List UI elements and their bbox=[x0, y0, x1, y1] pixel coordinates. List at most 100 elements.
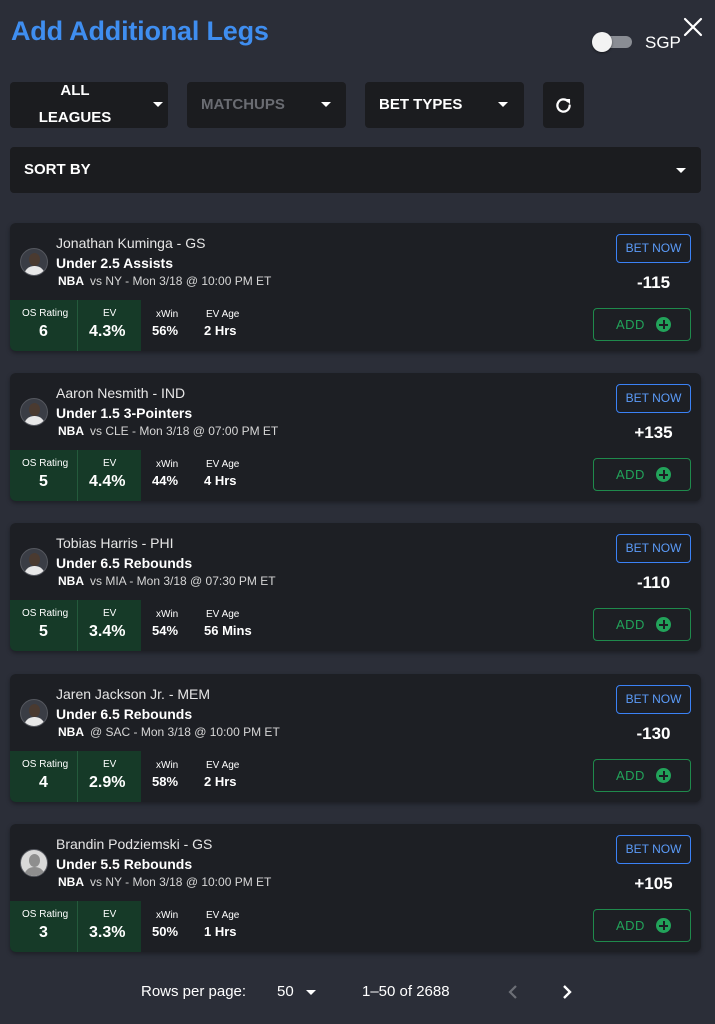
ev-age-value: 2 Hrs bbox=[204, 323, 237, 338]
chevron-right-icon bbox=[563, 985, 572, 999]
player-avatar bbox=[20, 699, 48, 727]
player-avatar bbox=[20, 398, 48, 426]
chevron-down-icon bbox=[676, 168, 686, 173]
player-name: Jaren Jackson Jr. - MEM bbox=[56, 686, 211, 702]
ev-value: 4.4% bbox=[89, 473, 126, 490]
ev-age-label: EV Age bbox=[206, 760, 240, 771]
next-page-button[interactable] bbox=[560, 982, 574, 1006]
xwin-label: xWin bbox=[156, 459, 179, 470]
add-leg-button[interactable]: ADD bbox=[593, 759, 691, 792]
player-name: Jonathan Kuminga - GS bbox=[56, 235, 206, 251]
xwin-value: 50% bbox=[152, 924, 179, 939]
rows-per-page-select[interactable]: 50 bbox=[277, 983, 294, 1000]
ev-label: EV bbox=[103, 909, 117, 920]
bet-card: Jonathan Kuminga - GS Under 2.5 Assists … bbox=[10, 223, 701, 351]
os-rating-value: 5 bbox=[39, 473, 48, 490]
page-title: Add Additional Legs bbox=[11, 16, 269, 46]
bet-now-button[interactable]: BET NOW bbox=[616, 835, 691, 864]
ev-value: 3.4% bbox=[89, 623, 126, 640]
bet-now-button[interactable]: BET NOW bbox=[616, 685, 691, 714]
avatar-head bbox=[29, 553, 40, 566]
odds-value: -130 bbox=[636, 724, 671, 743]
bet-market: Under 5.5 Rebounds bbox=[56, 856, 193, 872]
game-info: NBA vs NY - Mon 3/18 @ 10:00 PM ET bbox=[58, 274, 271, 288]
os-rating-value: 6 bbox=[39, 323, 48, 340]
add-label: ADD bbox=[616, 617, 645, 632]
matchup-time: vs MIA - Mon 3/18 @ 07:30 PM ET bbox=[90, 574, 276, 588]
bet-now-button[interactable]: BET NOW bbox=[616, 384, 691, 413]
xwin-value: 54% bbox=[152, 623, 179, 638]
league-badge: NBA bbox=[58, 574, 84, 588]
matchups-dropdown-label: MATCHUPS bbox=[201, 96, 285, 113]
xwin-label: xWin bbox=[156, 309, 179, 320]
odds-value: +105 bbox=[634, 874, 673, 893]
game-info: NBA vs NY - Mon 3/18 @ 10:00 PM ET bbox=[58, 875, 271, 889]
matchup-time: @ SAC - Mon 3/18 @ 10:00 PM ET bbox=[90, 725, 280, 739]
sort-by-dropdown[interactable]: SORT BY bbox=[10, 147, 701, 193]
avatar-head bbox=[29, 253, 40, 266]
xwin-label: xWin bbox=[156, 760, 179, 771]
pagination: Rows per page: 50 1–50 of 2688 bbox=[0, 975, 715, 1009]
odds-value: -115 bbox=[636, 273, 671, 292]
ev-age-label: EV Age bbox=[206, 910, 240, 921]
ev-label: EV bbox=[103, 308, 117, 319]
bet-market: Under 1.5 3-Pointers bbox=[56, 405, 193, 421]
matchups-dropdown[interactable]: MATCHUPS bbox=[187, 82, 346, 128]
add-leg-button[interactable]: ADD bbox=[593, 909, 691, 942]
player-name: Aaron Nesmith - IND bbox=[56, 385, 186, 401]
matchup-time: vs CLE - Mon 3/18 @ 07:00 PM ET bbox=[90, 424, 279, 438]
plus-circle-icon bbox=[656, 467, 671, 482]
bet-market: Under 2.5 Assists bbox=[56, 255, 173, 271]
os-rating-value: 3 bbox=[39, 924, 48, 941]
ev-age-label: EV Age bbox=[206, 309, 240, 320]
add-label: ADD bbox=[616, 918, 645, 933]
prev-page-button[interactable] bbox=[506, 982, 520, 1006]
player-avatar bbox=[20, 248, 48, 276]
chevron-down-icon[interactable] bbox=[306, 990, 316, 995]
rows-per-page-label: Rows per page: bbox=[141, 983, 247, 1000]
bet-types-dropdown[interactable]: BET TYPES bbox=[365, 82, 524, 128]
bet-market: Under 6.5 Rebounds bbox=[56, 555, 193, 571]
plus-circle-icon bbox=[656, 918, 671, 933]
refresh-button[interactable] bbox=[543, 82, 584, 128]
xwin-label: xWin bbox=[156, 609, 179, 620]
os-rating-value: 5 bbox=[39, 623, 48, 640]
plus-circle-icon bbox=[656, 617, 671, 632]
add-label: ADD bbox=[616, 768, 645, 783]
bet-now-button[interactable]: BET NOW bbox=[616, 534, 691, 563]
league-badge: NBA bbox=[58, 424, 84, 438]
os-rating-label: OS Rating bbox=[22, 458, 69, 469]
player-avatar bbox=[20, 849, 48, 877]
game-info: NBA vs CLE - Mon 3/18 @ 07:00 PM ET bbox=[58, 424, 278, 438]
add-leg-button[interactable]: ADD bbox=[593, 458, 691, 491]
avatar-head bbox=[29, 403, 40, 416]
stats-panel: OS Rating 5 EV 3.4% bbox=[10, 600, 141, 651]
os-rating-label: OS Rating bbox=[22, 308, 69, 319]
leagues-dropdown[interactable]: ALL LEAGUES bbox=[10, 82, 168, 128]
plus-circle-icon bbox=[656, 768, 671, 783]
ev-value: 3.3% bbox=[89, 924, 126, 941]
add-leg-button[interactable]: ADD bbox=[593, 608, 691, 641]
ev-age-label: EV Age bbox=[206, 459, 240, 470]
page-range: 1–50 of 2688 bbox=[362, 983, 450, 1000]
matchup-time: vs NY - Mon 3/18 @ 10:00 PM ET bbox=[90, 875, 272, 889]
xwin-value: 58% bbox=[152, 774, 179, 789]
ev-age-value: 4 Hrs bbox=[204, 473, 237, 488]
stats-panel: OS Rating 5 EV 4.4% bbox=[10, 450, 141, 501]
game-info: NBA @ SAC - Mon 3/18 @ 10:00 PM ET bbox=[58, 725, 280, 739]
stats-panel: OS Rating 6 EV 4.3% bbox=[10, 300, 141, 351]
chevron-down-icon bbox=[321, 102, 331, 107]
xwin-value: 56% bbox=[152, 323, 179, 338]
sgp-toggle[interactable] bbox=[592, 32, 632, 52]
bet-card: Jaren Jackson Jr. - MEM Under 6.5 Reboun… bbox=[10, 674, 701, 802]
bet-card: Aaron Nesmith - IND Under 1.5 3-Pointers… bbox=[10, 373, 701, 501]
odds-value: -110 bbox=[636, 573, 671, 592]
os-rating-label: OS Rating bbox=[22, 608, 69, 619]
ev-age-value: 2 Hrs bbox=[204, 774, 237, 789]
bet-now-button[interactable]: BET NOW bbox=[616, 234, 691, 263]
add-leg-button[interactable]: ADD bbox=[593, 308, 691, 341]
chevron-left-icon bbox=[508, 985, 517, 999]
close-icon[interactable] bbox=[682, 16, 704, 38]
avatar-body bbox=[24, 266, 45, 275]
bet-card: Tobias Harris - PHI Under 6.5 Rebounds N… bbox=[10, 523, 701, 651]
